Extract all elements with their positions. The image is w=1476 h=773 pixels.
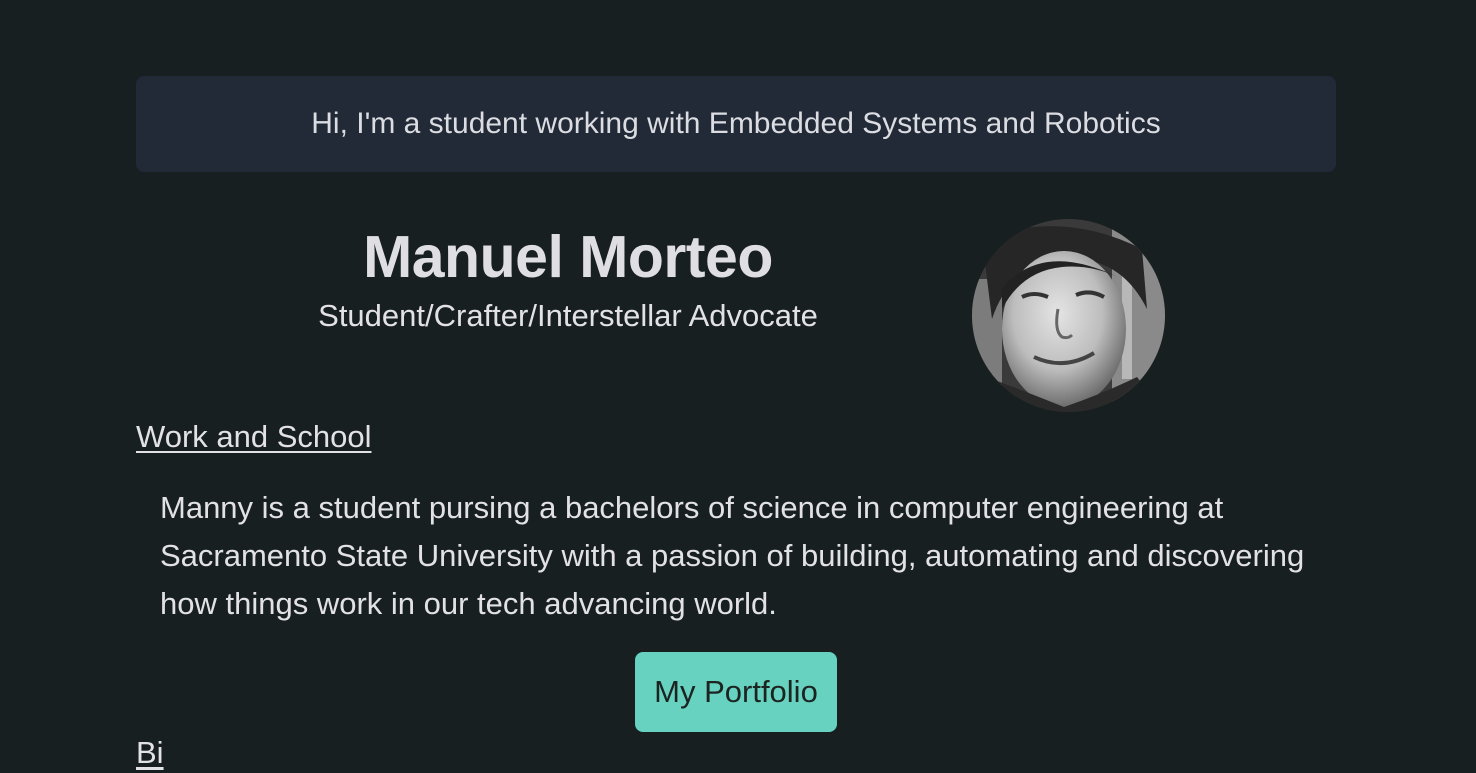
bio-paragraph: Manny is a student pursing a bachelors o… [160, 490, 1305, 621]
intro-banner-text: Hi, I'm a student working with Embedded … [311, 107, 1161, 140]
portfolio-button[interactable]: My Portfolio [635, 652, 837, 732]
profile-tagline: Student/Crafter/Interstellar Advocate [318, 298, 818, 333]
avatar [972, 219, 1165, 412]
intro-banner: Hi, I'm a student working with Embedded … [136, 76, 1336, 172]
profile-header: Manuel Morteo Student/Crafter/Interstell… [200, 218, 936, 336]
work-school-heading-link[interactable]: Work and School [136, 417, 372, 457]
next-section-heading[interactable]: Bi [136, 733, 164, 773]
profile-photo-icon [972, 219, 1165, 412]
profile-name: Manuel Morteo [363, 224, 773, 290]
